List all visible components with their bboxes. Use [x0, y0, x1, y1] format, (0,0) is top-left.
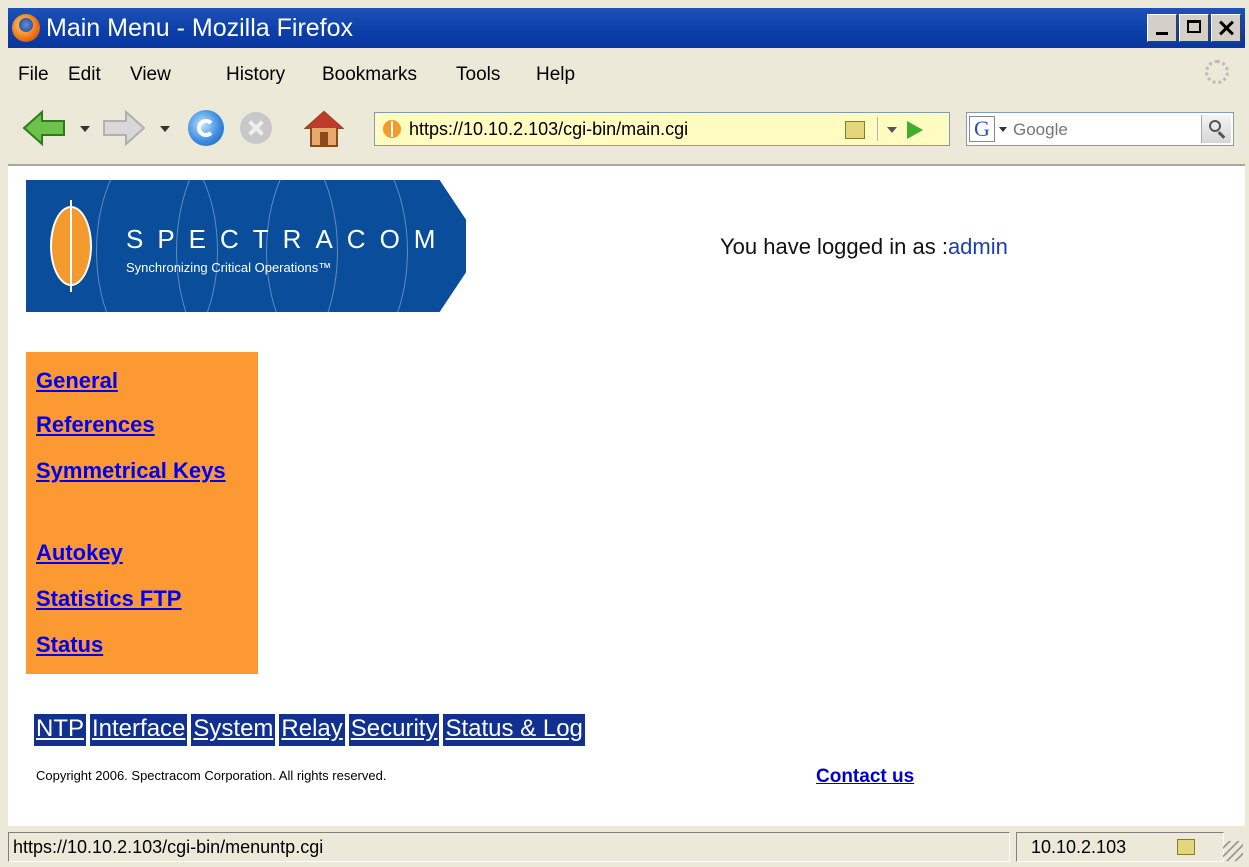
url-bar[interactable]: https://10.10.2.103/cgi-bin/main.cgi: [374, 112, 950, 146]
sidebar-item-autokey[interactable]: Autokey: [36, 538, 123, 568]
menu-file[interactable]: File: [18, 64, 49, 86]
search-engine-dropdown-icon[interactable]: [999, 127, 1007, 132]
login-status: You have logged in as :admin: [720, 234, 1008, 260]
back-icon[interactable]: [22, 110, 66, 146]
status-host-panel: 10.10.2.103: [1016, 832, 1224, 862]
status-lock-icon[interactable]: [1177, 839, 1195, 855]
resize-grip-icon[interactable]: [1223, 841, 1243, 861]
tab-interface[interactable]: Interface: [90, 714, 188, 746]
search-engine-icon[interactable]: G: [969, 116, 995, 142]
browser-window: Main Menu - Mozilla Firefox File Edit Vi…: [0, 0, 1249, 867]
secure-lock-icon[interactable]: [845, 121, 865, 139]
sidebar-item-references[interactable]: References: [36, 410, 155, 440]
window-controls: [1147, 14, 1241, 42]
menu-view[interactable]: View: [130, 64, 171, 86]
tab-relay[interactable]: Relay: [279, 714, 345, 746]
reload-icon[interactable]: [188, 110, 224, 146]
login-username: admin: [947, 234, 1008, 259]
tab-status-log[interactable]: Status & Log: [443, 714, 585, 746]
search-box: G: [966, 112, 1234, 146]
sidebar-item-status[interactable]: Status: [36, 630, 103, 660]
go-icon[interactable]: [907, 121, 923, 139]
status-bar: https://10.10.2.103/cgi-bin/menuntp.cgi …: [8, 830, 1245, 863]
menu-tools[interactable]: Tools: [456, 64, 500, 86]
main-tabs: NTP Interface System Relay Security Stat…: [34, 714, 585, 746]
url-separator: [877, 117, 878, 141]
forward-icon[interactable]: [102, 110, 146, 146]
sidebar-item-symmetrical-keys[interactable]: Symmetrical Keys: [36, 456, 226, 486]
menu-help[interactable]: Help: [536, 64, 575, 86]
search-input[interactable]: [1011, 117, 1195, 143]
window-title: Main Menu - Mozilla Firefox: [46, 14, 354, 42]
forward-dropdown-icon[interactable]: [160, 126, 170, 132]
menu-bar: File Edit View History Bookmarks Tools H…: [8, 52, 1245, 94]
minimize-icon[interactable]: [1147, 14, 1177, 42]
brand-name: SPECTRACOM: [126, 224, 450, 254]
spectracom-logo-icon: [50, 200, 92, 292]
navigation-toolbar: https://10.10.2.103/cgi-bin/main.cgi G: [8, 98, 1245, 166]
tab-ntp[interactable]: NTP: [34, 714, 86, 746]
menu-history[interactable]: History: [226, 64, 285, 86]
status-host: 10.10.2.103: [1031, 837, 1127, 857]
status-message: https://10.10.2.103/cgi-bin/menuntp.cgi: [8, 832, 1010, 862]
copyright-text: Copyright 2006. Spectracom Corporation. …: [36, 768, 387, 783]
tab-security[interactable]: Security: [348, 714, 440, 746]
throbber-icon: [1205, 60, 1229, 84]
sidebar-nav: General References Symmetrical Keys Auto…: [26, 352, 258, 674]
magnifier-icon[interactable]: [1201, 115, 1231, 143]
url-text[interactable]: https://10.10.2.103/cgi-bin/main.cgi: [409, 119, 688, 140]
menu-bookmarks[interactable]: Bookmarks: [322, 64, 417, 86]
spectracom-banner: SPECTRACOM Synchronizing Critical Operat…: [26, 180, 466, 312]
page-content: SPECTRACOM Synchronizing Critical Operat…: [8, 166, 1245, 826]
site-favicon-icon: [383, 120, 401, 138]
brand-tagline: Synchronizing Critical Operations™: [126, 260, 332, 275]
url-history-dropdown-icon[interactable]: [887, 127, 897, 133]
maximize-icon[interactable]: [1179, 14, 1209, 42]
firefox-icon: [12, 14, 40, 42]
sidebar-item-general[interactable]: General: [36, 366, 118, 396]
login-prefix: You have logged in as :: [720, 234, 948, 259]
contact-us-link[interactable]: Contact us: [816, 766, 914, 788]
back-dropdown-icon[interactable]: [80, 126, 90, 132]
menu-edit[interactable]: Edit: [68, 64, 101, 86]
stop-icon[interactable]: [240, 112, 272, 144]
title-bar[interactable]: Main Menu - Mozilla Firefox: [8, 8, 1245, 48]
close-icon[interactable]: [1211, 14, 1241, 42]
sidebar-item-statistics-ftp[interactable]: Statistics FTP: [36, 584, 181, 614]
home-icon[interactable]: [304, 110, 344, 148]
tab-system[interactable]: System: [191, 714, 276, 746]
